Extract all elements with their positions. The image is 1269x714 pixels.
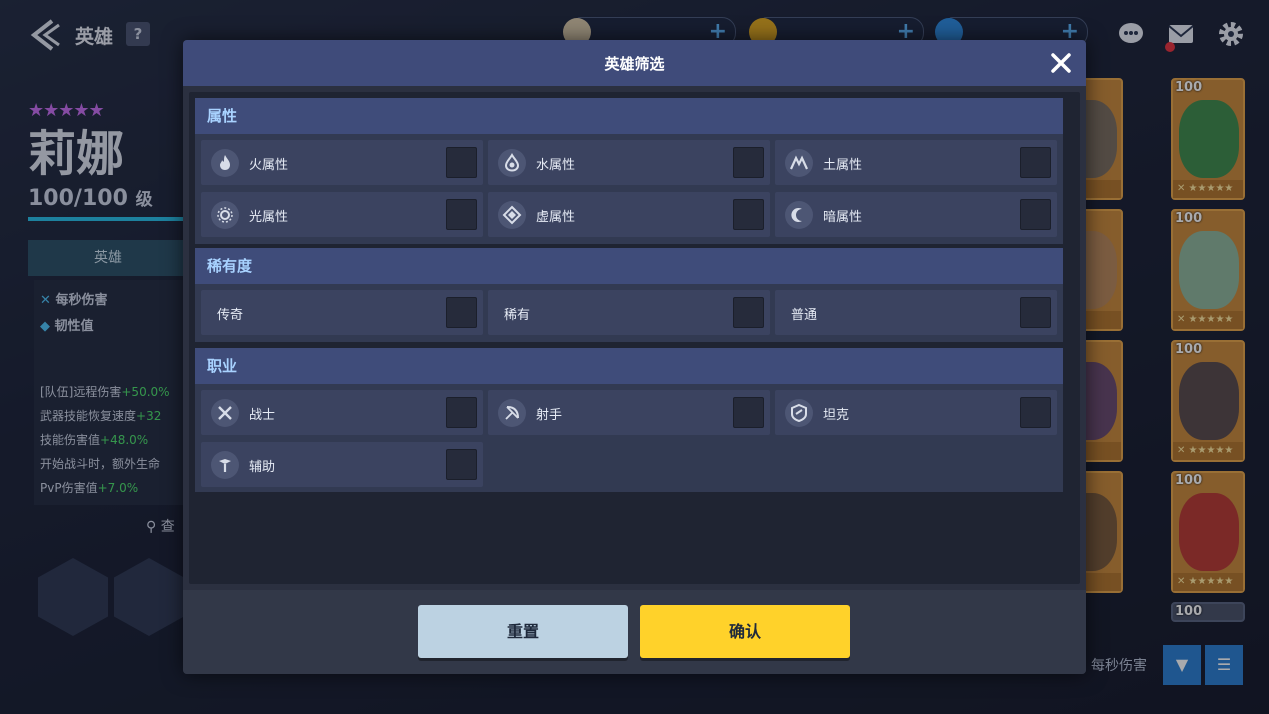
option-label: 暗属性 bbox=[823, 210, 863, 225]
mountain-icon bbox=[785, 149, 813, 177]
sun-icon bbox=[211, 201, 239, 229]
section-title: 属性 bbox=[195, 98, 1063, 134]
checkbox[interactable] bbox=[1020, 297, 1051, 328]
section-title: 职业 bbox=[195, 348, 1063, 384]
option-label: 火属性 bbox=[249, 158, 289, 173]
fire-icon bbox=[211, 149, 239, 177]
crescent-moon-icon bbox=[785, 201, 813, 229]
close-icon[interactable] bbox=[1048, 50, 1074, 76]
option-label: 普通 bbox=[791, 308, 818, 323]
confirm-button[interactable]: 确认 bbox=[640, 605, 850, 658]
checkbox[interactable] bbox=[446, 397, 477, 428]
filter-option-tank[interactable]: 坦克 bbox=[775, 390, 1057, 435]
filter-option-support[interactable]: 辅助 bbox=[201, 442, 483, 487]
option-label: 坦克 bbox=[823, 408, 850, 423]
option-label: 光属性 bbox=[249, 210, 289, 225]
option-label: 传奇 bbox=[217, 308, 244, 323]
filter-option-common[interactable]: 普通 bbox=[775, 290, 1057, 335]
diamond-icon bbox=[498, 201, 526, 229]
checkbox[interactable] bbox=[446, 147, 477, 178]
filter-option-dark[interactable]: 暗属性 bbox=[775, 192, 1057, 237]
filter-option-warrior[interactable]: 战士 bbox=[201, 390, 483, 435]
checkbox[interactable] bbox=[733, 297, 764, 328]
hero-filter-dialog: 英雄筛选 属性 火属性 水属性 土属性 光属性 虚属性 暗属性 稀有度 传奇 稀… bbox=[183, 40, 1086, 674]
checkbox[interactable] bbox=[446, 449, 477, 480]
filter-option-fire[interactable]: 火属性 bbox=[201, 140, 483, 185]
filter-option-archer[interactable]: 射手 bbox=[488, 390, 770, 435]
filter-option-water[interactable]: 水属性 bbox=[488, 140, 770, 185]
section-rarity: 稀有度 传奇 稀有 普通 bbox=[195, 248, 1063, 342]
filter-option-void[interactable]: 虚属性 bbox=[488, 192, 770, 237]
filter-option-legendary[interactable]: 传奇 bbox=[201, 290, 483, 335]
option-label: 稀有 bbox=[504, 308, 531, 323]
section-class: 职业 战士 射手 坦克 辅助 bbox=[195, 348, 1063, 492]
reset-button[interactable]: 重置 bbox=[418, 605, 628, 658]
section-title: 稀有度 bbox=[195, 248, 1063, 284]
option-label: 虚属性 bbox=[536, 210, 576, 225]
filter-option-rare[interactable]: 稀有 bbox=[488, 290, 770, 335]
filter-option-earth[interactable]: 土属性 bbox=[775, 140, 1057, 185]
option-label: 水属性 bbox=[536, 158, 576, 173]
section-attribute: 属性 火属性 水属性 土属性 光属性 虚属性 暗属性 bbox=[195, 98, 1063, 244]
checkbox[interactable] bbox=[446, 297, 477, 328]
checkbox[interactable] bbox=[733, 147, 764, 178]
dialog-footer: 重置 确认 bbox=[183, 590, 1086, 674]
option-label: 土属性 bbox=[823, 158, 863, 173]
dialog-title: 英雄筛选 bbox=[604, 55, 665, 73]
checkbox[interactable] bbox=[733, 397, 764, 428]
option-label: 辅助 bbox=[249, 460, 276, 475]
staff-icon bbox=[211, 451, 239, 479]
crossed-swords-icon bbox=[211, 399, 239, 427]
dialog-body: 属性 火属性 水属性 土属性 光属性 虚属性 暗属性 稀有度 传奇 稀有 普通 … bbox=[189, 92, 1080, 584]
shield-icon bbox=[785, 399, 813, 427]
checkbox[interactable] bbox=[733, 199, 764, 230]
dialog-header: 英雄筛选 bbox=[183, 40, 1086, 86]
checkbox[interactable] bbox=[446, 199, 477, 230]
bow-icon bbox=[498, 399, 526, 427]
filter-option-light[interactable]: 光属性 bbox=[201, 192, 483, 237]
option-label: 射手 bbox=[536, 408, 563, 423]
checkbox[interactable] bbox=[1020, 199, 1051, 230]
checkbox[interactable] bbox=[1020, 147, 1051, 178]
option-label: 战士 bbox=[249, 408, 276, 423]
checkbox[interactable] bbox=[1020, 397, 1051, 428]
water-drop-icon bbox=[498, 149, 526, 177]
